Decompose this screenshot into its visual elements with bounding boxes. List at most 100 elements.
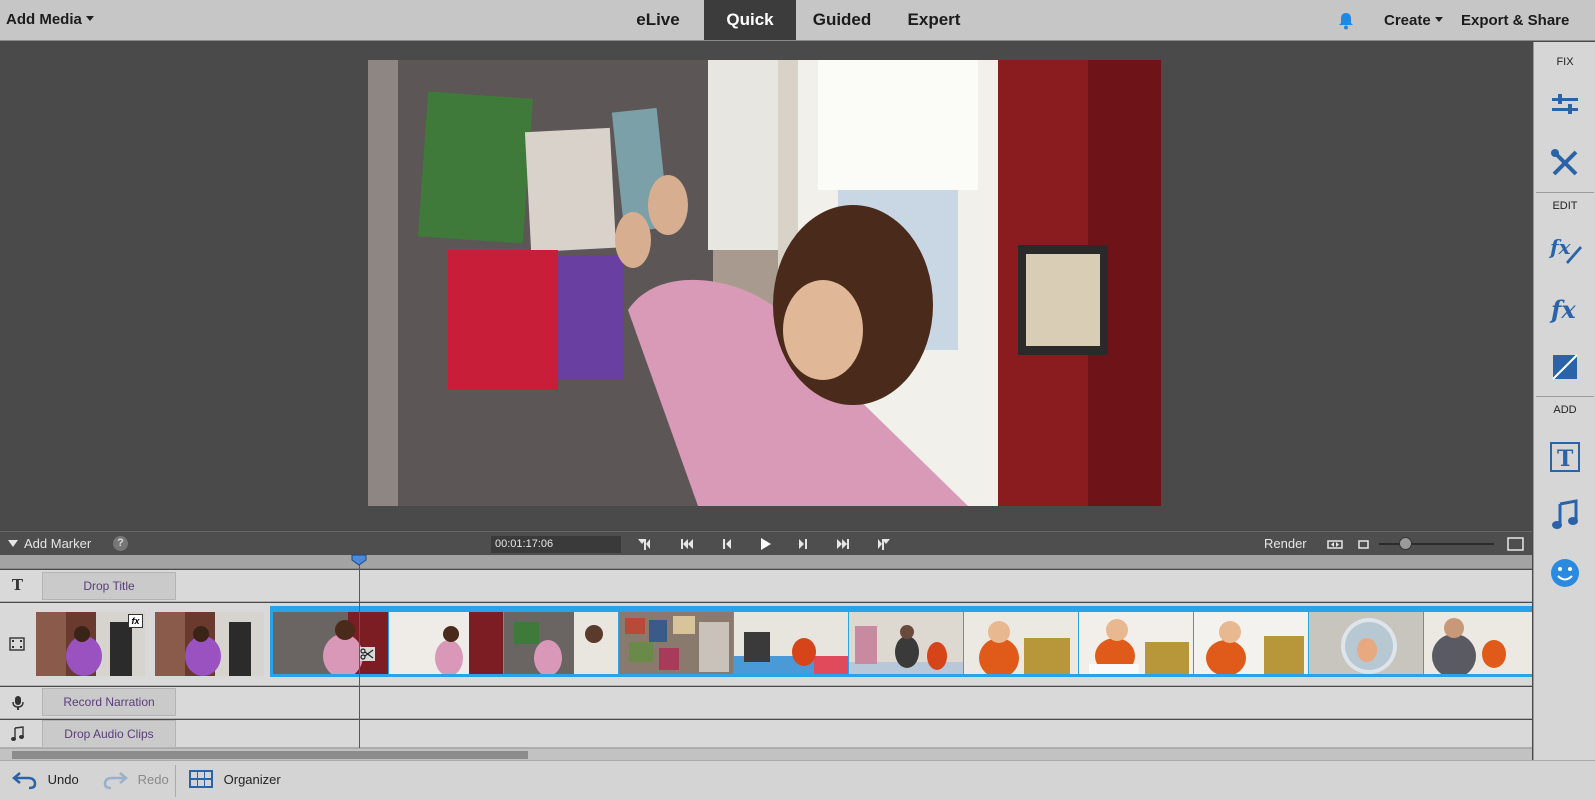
clip-thumbnail — [734, 612, 848, 674]
fx-icon[interactable]: fx — [1548, 292, 1582, 326]
right-panel: FIX EDIT fx fx ADD T — [1533, 42, 1595, 760]
clip-thumbnail — [1079, 612, 1193, 674]
zoom-in-icon[interactable] — [1507, 536, 1525, 552]
music-note-icon — [11, 726, 24, 741]
clip-thumbnail — [155, 612, 264, 676]
divider — [175, 765, 176, 797]
clip-thumbnail — [504, 612, 618, 674]
redo-icon — [103, 772, 128, 790]
redo-label: Redo — [137, 771, 169, 787]
playhead-handle[interactable] — [351, 554, 367, 566]
svg-text:fx: fx — [1548, 235, 1572, 259]
title-track: T Drop Title — [0, 570, 1532, 602]
fx-badge: fx — [128, 614, 143, 628]
video-clip[interactable] — [155, 612, 264, 676]
tab-guided[interactable]: Guided — [796, 0, 888, 40]
video-clip[interactable] — [273, 612, 388, 674]
undo-icon — [12, 772, 37, 790]
video-clip[interactable] — [504, 612, 618, 674]
selected-clip-group[interactable] — [270, 606, 1532, 677]
clip-thumbnail — [1424, 612, 1532, 674]
microphone-icon — [12, 696, 24, 710]
edit-section-label: EDIT — [1552, 200, 1578, 212]
undo-button[interactable]: Undo — [12, 768, 79, 790]
fit-timeline-icon[interactable] — [1326, 536, 1344, 552]
adjustments-icon[interactable] — [1548, 88, 1582, 122]
video-clip[interactable] — [389, 612, 503, 674]
panel-divider — [1536, 396, 1594, 397]
next-clip-icon[interactable] — [834, 536, 852, 552]
clip-thumbnail — [964, 612, 1078, 674]
title-icon[interactable]: T — [1548, 440, 1582, 474]
redo-button[interactable]: Redo — [102, 768, 169, 790]
tab-expert[interactable]: Expert — [888, 0, 980, 40]
tab-quick[interactable]: Quick — [704, 0, 796, 40]
film-icon — [9, 637, 25, 651]
record-narration-button[interactable]: Record Narration — [42, 688, 176, 716]
clip-thumbnail — [619, 612, 733, 674]
bottom-bar: Undo Redo Organizer — [0, 760, 1595, 800]
clip-thumbnail — [273, 612, 388, 674]
transport-bar: Add Marker ? 00:01:17:06 Render — [0, 531, 1532, 555]
timeline-scrollbar[interactable] — [0, 748, 1532, 760]
create-label: Create — [1384, 12, 1431, 29]
tab-elive[interactable]: eLive — [612, 0, 704, 40]
create-menu[interactable]: Create — [1384, 12, 1443, 29]
zoom-slider-track[interactable] — [1379, 543, 1494, 545]
timecode-display: 00:01:17:06 — [491, 536, 621, 553]
zoom-out-icon[interactable] — [1355, 536, 1373, 552]
clip-thumbnail — [1194, 612, 1308, 674]
mode-tabs: eLive Quick Guided Expert — [612, 0, 980, 40]
undo-label: Undo — [47, 771, 79, 787]
scissors-icon — [359, 647, 375, 661]
fx-pencil-icon[interactable]: fx — [1548, 232, 1582, 266]
play-icon[interactable] — [756, 536, 774, 552]
go-to-start-icon[interactable] — [636, 536, 654, 552]
video-clip[interactable] — [734, 612, 848, 674]
organizer-label: Organizer — [223, 771, 281, 787]
svg-text:fx: fx — [1549, 295, 1576, 324]
video-clip[interactable] — [1194, 612, 1308, 674]
video-clip[interactable]: fx — [36, 612, 145, 676]
add-marker-button[interactable]: Add Marker — [8, 536, 91, 551]
timeline-ruler[interactable] — [0, 555, 1532, 569]
video-clip[interactable] — [849, 612, 963, 674]
triangle-down-icon — [8, 540, 18, 547]
video-clip[interactable] — [1424, 612, 1532, 674]
narration-track: Record Narration — [0, 687, 1532, 719]
next-frame-icon[interactable] — [794, 536, 812, 552]
clip-thumbnail — [389, 612, 503, 674]
music-icon[interactable] — [1548, 498, 1582, 532]
graphics-icon[interactable] — [1548, 556, 1582, 590]
help-icon[interactable]: ? — [113, 536, 128, 551]
previous-clip-icon[interactable] — [678, 536, 696, 552]
video-preview[interactable] — [368, 60, 1161, 506]
scrollbar-thumb[interactable] — [12, 751, 528, 759]
playhead-line — [359, 560, 360, 748]
drop-audio-zone[interactable]: Drop Audio Clips — [42, 720, 176, 748]
fix-section-label: FIX — [1556, 56, 1574, 68]
text-track-icon: T — [11, 576, 24, 594]
tools-icon[interactable] — [1548, 146, 1582, 180]
export-share-menu[interactable]: Export & Share — [1461, 12, 1569, 29]
render-button[interactable]: Render — [1264, 536, 1307, 551]
transition-icon[interactable] — [1548, 350, 1582, 384]
clip-thumbnail — [849, 612, 963, 674]
go-to-end-icon[interactable] — [874, 536, 892, 552]
video-clip[interactable] — [1079, 612, 1193, 674]
organizer-grid-icon — [189, 770, 213, 788]
add-media-menu[interactable]: Add Media — [6, 11, 94, 28]
video-clip[interactable] — [619, 612, 733, 674]
clip-thumbnail — [1309, 612, 1423, 674]
audio-track: Drop Audio Clips — [0, 720, 1532, 748]
notification-bell-icon[interactable] — [1336, 11, 1356, 31]
previous-frame-icon[interactable] — [718, 536, 736, 552]
video-clip[interactable] — [964, 612, 1078, 674]
organizer-button[interactable]: Organizer — [188, 769, 281, 789]
chevron-down-icon — [1434, 17, 1443, 22]
drop-title-zone[interactable]: Drop Title — [42, 572, 176, 600]
video-clip[interactable] — [1309, 612, 1423, 674]
add-marker-label: Add Marker — [24, 536, 92, 551]
panel-divider — [1536, 192, 1594, 193]
zoom-slider-handle[interactable] — [1399, 537, 1412, 550]
